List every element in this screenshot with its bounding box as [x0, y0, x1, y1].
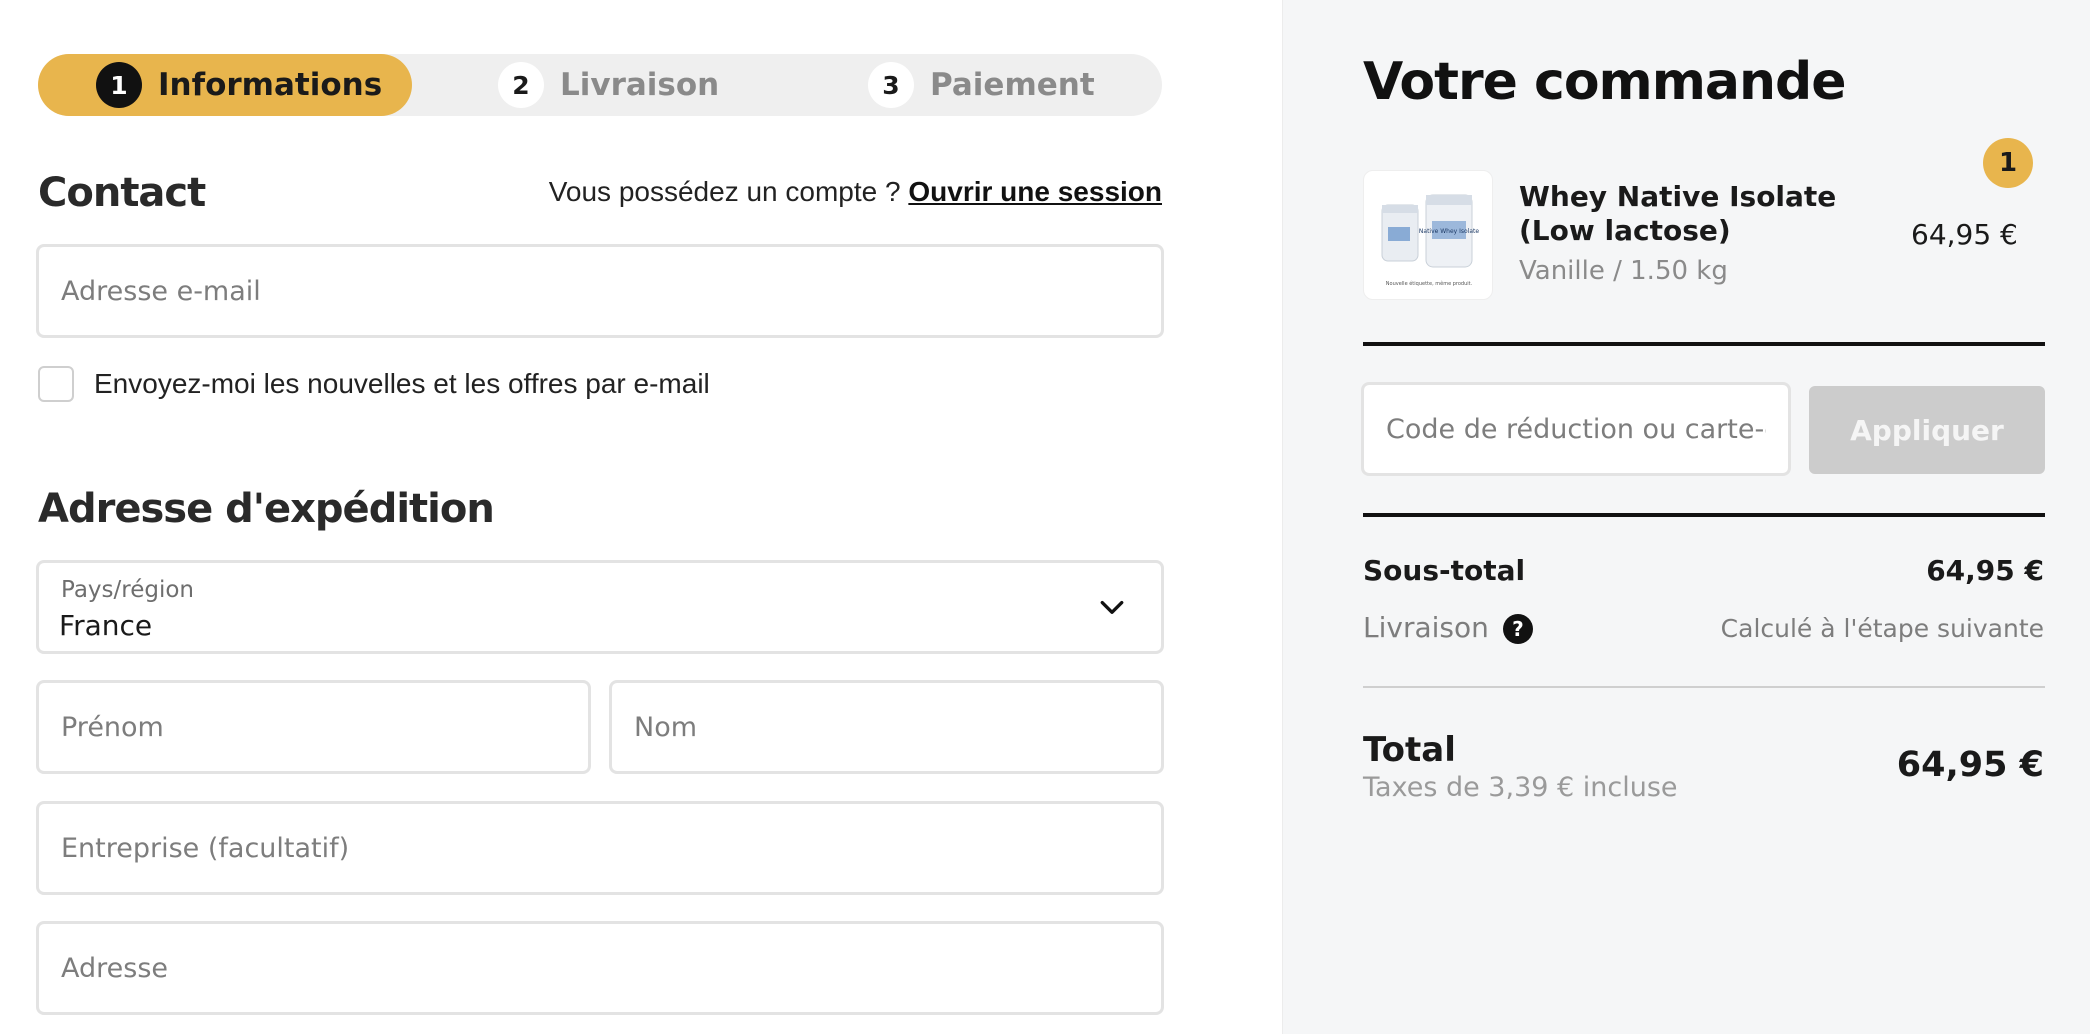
step-number: 2	[498, 62, 544, 108]
protein-tub-icon: Native Whey Isolate Nouvelle étiquette, …	[1381, 194, 1479, 287]
last-name-field[interactable]	[612, 683, 1161, 771]
divider	[1363, 686, 2045, 688]
email-field-wrapper	[36, 244, 1164, 338]
step-livraison[interactable]: 2 Livraison	[498, 54, 719, 116]
total-label: Total	[1363, 730, 1456, 770]
company-wrapper	[36, 801, 1164, 895]
company-field[interactable]	[39, 804, 1161, 892]
subtotal-value: 64,95 €	[1926, 554, 2044, 587]
shipping-row: Livraison?	[1363, 611, 1533, 644]
shipping-heading: Adresse d'expédition	[38, 486, 495, 532]
country-select[interactable]: Pays/région France	[36, 560, 1164, 654]
country-label: Pays/région	[61, 577, 195, 603]
checkout-form-panel: 1 Informations 2 Livraison 3 Paiement Co…	[0, 0, 1282, 1034]
shipping-label: Livraison	[1363, 611, 1489, 644]
apply-button[interactable]: Appliquer	[1809, 386, 2045, 474]
order-summary-panel: Votre commande Native Whey Isolate Nouve…	[1282, 0, 2090, 1034]
newsletter-row: Envoyez-moi les nouvelles et les offres …	[38, 366, 710, 402]
account-prompt-text: Vous possédez un compte ?	[548, 176, 909, 207]
account-prompt: Vous possédez un compte ? Ouvrir une ses…	[549, 176, 1162, 208]
email-field[interactable]	[39, 247, 1161, 335]
product-price: 64,95 €	[1911, 218, 2018, 251]
step-number: 3	[868, 62, 914, 108]
newsletter-checkbox[interactable]	[38, 366, 74, 402]
product-image-label: Native Whey Isolate	[1419, 228, 1479, 235]
login-link[interactable]: Ouvrir une session	[908, 176, 1162, 207]
quantity-badge: 1	[1983, 138, 2033, 188]
newsletter-label: Envoyez-moi les nouvelles et les offres …	[94, 368, 710, 399]
address-wrapper	[36, 921, 1164, 1015]
product-image: Native Whey Isolate Nouvelle étiquette, …	[1363, 170, 1493, 300]
subtotal-label: Sous-total	[1363, 554, 1526, 587]
taxes-note: Taxes de 3,39 € incluse	[1363, 772, 1678, 803]
step-label: Paiement	[930, 67, 1095, 103]
discount-code-field[interactable]	[1364, 385, 1788, 473]
chevron-down-icon	[1100, 600, 1124, 614]
step-number: 1	[96, 62, 142, 108]
divider	[1363, 342, 2045, 346]
product-name: Whey Native Isolate (Low lactose)	[1519, 180, 1837, 247]
step-informations[interactable]: 1 Informations	[38, 54, 412, 116]
country-value: France	[59, 609, 153, 642]
step-label: Livraison	[560, 67, 720, 103]
contact-heading: Contact	[38, 170, 206, 216]
product-image-caption: Nouvelle étiquette, même produit.	[1386, 280, 1473, 287]
help-icon[interactable]: ?	[1502, 614, 1533, 644]
step-label: Informations	[158, 67, 383, 103]
total-value: 64,95 €	[1896, 745, 2044, 785]
product-variant: Vanille / 1.50 kg	[1519, 256, 1728, 286]
last-name-wrapper	[609, 680, 1164, 774]
first-name-wrapper	[36, 680, 591, 774]
address-field[interactable]	[39, 924, 1161, 1012]
order-title: Votre commande	[1363, 52, 1847, 112]
first-name-field[interactable]	[39, 683, 588, 771]
checkout-stepper: 1 Informations 2 Livraison 3 Paiement	[38, 54, 1162, 116]
step-paiement[interactable]: 3 Paiement	[868, 54, 1095, 116]
divider	[1363, 513, 2045, 517]
shipping-value: Calculé à l'étape suivante	[1720, 614, 2044, 643]
discount-wrapper	[1361, 382, 1791, 476]
